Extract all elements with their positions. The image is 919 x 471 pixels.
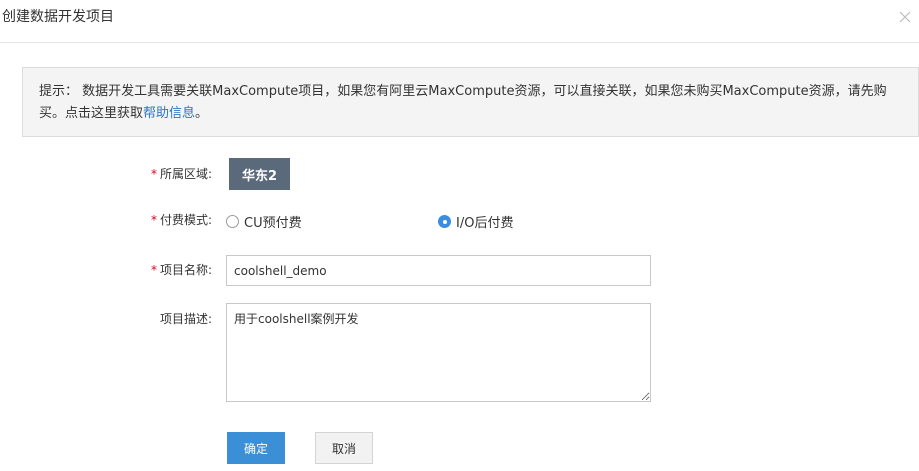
billing-label: * 付费模式: — [150, 213, 212, 227]
close-icon[interactable] — [898, 10, 914, 26]
dialog-header: 创建数据开发项目 — [0, 0, 919, 43]
notice-box: 提示： 数据开发工具需要关联MaxCompute项目，如果您有阿里云MaxCom… — [22, 67, 919, 137]
confirm-button[interactable]: 确定 — [227, 432, 285, 464]
required-mark: * — [150, 167, 157, 181]
radio-label: CU预付费 — [244, 216, 302, 231]
help-info-link[interactable]: 帮助信息 — [143, 106, 195, 121]
radio-checked-icon — [438, 215, 451, 228]
cancel-button[interactable]: 取消 — [315, 432, 373, 464]
project-name-input[interactable] — [226, 255, 651, 286]
radio-unchecked-icon — [226, 215, 239, 228]
region-label: * 所属区域: — [150, 167, 212, 181]
notice-suffix: 。 — [195, 106, 209, 121]
create-project-dialog: 创建数据开发项目 提示： 数据开发工具需要关联MaxCompute项目，如果您有… — [0, 0, 919, 471]
required-mark: * — [150, 263, 157, 277]
project-desc-textarea[interactable]: 用于coolshell案例开发 — [226, 303, 651, 402]
project-name-label: * 项目名称: — [150, 263, 212, 277]
project-desc-label: 项目描述: — [159, 312, 212, 326]
radio-io-postpaid[interactable]: I/O后付费 — [438, 212, 513, 231]
radio-label: I/O后付费 — [456, 216, 514, 231]
region-button[interactable]: 华东2 — [229, 158, 290, 190]
required-mark: * — [150, 213, 157, 227]
radio-cu-prepaid[interactable]: CU预付费 — [226, 212, 302, 231]
dialog-title: 创建数据开发项目 — [2, 9, 114, 25]
